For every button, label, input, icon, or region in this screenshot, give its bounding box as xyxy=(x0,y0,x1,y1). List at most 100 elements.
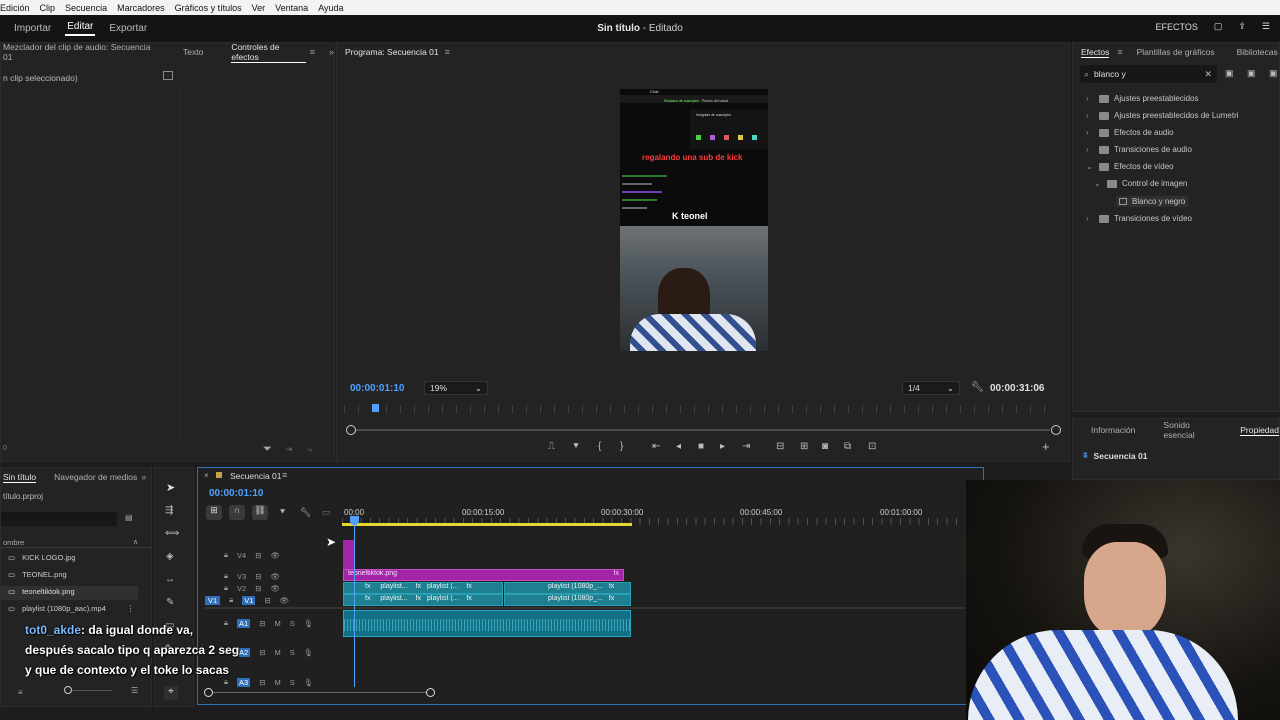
razor-tool-icon[interactable]: ◈ xyxy=(166,551,174,562)
tree-item-efectos-audio[interactable]: › Efectos de audio xyxy=(1086,128,1174,137)
timeline-scroll-right[interactable] xyxy=(426,688,435,697)
audio-clip-a1[interactable] xyxy=(343,610,631,637)
ripple-edit-icon[interactable]: ⟺ xyxy=(165,528,179,539)
program-timecode[interactable]: 00:00:01:10 xyxy=(350,383,404,394)
camera-icon[interactable]: ◙ xyxy=(822,441,828,452)
menu-ayuda[interactable]: Ayuda xyxy=(318,3,343,13)
accelerated-effects-icon[interactable]: ▣ xyxy=(1225,68,1234,79)
menu-ver[interactable]: Ver xyxy=(252,3,266,13)
zoom-slider-handle[interactable] xyxy=(64,686,72,694)
clear-search-icon[interactable]: ✕ xyxy=(1204,69,1212,80)
menu-clip[interactable]: Clip xyxy=(40,3,56,13)
tab-media-browser[interactable]: Navegador de medios xyxy=(54,472,137,482)
go-to-in-icon[interactable]: ⇤ xyxy=(652,441,660,452)
sync-icon[interactable]: ⊟ xyxy=(264,596,270,605)
add-marker-icon[interactable]: ⯆ xyxy=(572,441,580,452)
lock-icon[interactable]: 🔒︎ xyxy=(224,550,228,560)
timeline-playhead-handle[interactable] xyxy=(350,516,359,525)
extract-icon[interactable]: ⊞ xyxy=(800,441,808,452)
tree-item-control-imagen[interactable]: ⌄ Control de imagen xyxy=(1094,179,1187,188)
resolution-select[interactable]: 1/4 ⌄ xyxy=(902,381,960,395)
expand-icon[interactable]: » xyxy=(141,472,146,482)
go-to-out-icon[interactable]: ⇥ xyxy=(742,441,750,452)
tab-project[interactable]: Sin título xyxy=(3,472,37,483)
program-ruler[interactable] xyxy=(344,405,1056,413)
sync-icon[interactable]: ⊟ xyxy=(255,551,261,560)
program-monitor-title[interactable]: Programa: Secuencia 01 xyxy=(345,47,439,57)
efectos-workspace-label[interactable]: EFECTOS xyxy=(1156,22,1198,32)
captions-icon[interactable]: ▭ xyxy=(322,507,331,518)
yuv-effects-icon[interactable]: ▣ xyxy=(1269,68,1278,79)
timeline-toggle-icon[interactable] xyxy=(163,71,173,80)
lift-edit-icon[interactable]: ⊟ xyxy=(776,441,784,452)
export-icon[interactable]: ⇥ xyxy=(285,444,293,455)
project-item[interactable]: ▭ teoneltiktok.png xyxy=(8,587,75,596)
close-tab-icon[interactable]: × xyxy=(204,471,209,480)
tree-item-transiciones-audio[interactable]: › Transiciones de audio xyxy=(1086,145,1192,154)
play-icon[interactable]: ▸ xyxy=(720,441,725,452)
clip-v2-playlist-2[interactable]: playlist (1080p_... fx xyxy=(504,582,631,594)
tab-bibliotecas[interactable]: Bibliotecas xyxy=(1237,47,1278,57)
timeline-scroll-left[interactable] xyxy=(204,688,213,697)
clip-v1-playlist-2[interactable]: playlist (1080p_... fx xyxy=(504,594,631,606)
add-button-icon[interactable]: + xyxy=(1042,439,1050,454)
timeline-settings-icon[interactable]: 🔧︎ xyxy=(300,507,311,518)
panel-menu-icon[interactable]: ≡ xyxy=(310,47,315,57)
menu-marcadores[interactable]: Marcadores xyxy=(117,3,165,13)
linked-selection-icon[interactable]: ⛓︎ xyxy=(252,505,268,520)
menu-secuencia[interactable]: Secuencia xyxy=(65,3,107,13)
menu-icon[interactable]: ☰ xyxy=(1262,21,1270,32)
timeline-scrollbar[interactable] xyxy=(213,692,426,693)
program-playhead[interactable] xyxy=(372,404,379,412)
tab-sonido-esencial[interactable]: Sonido esencial xyxy=(1163,420,1212,440)
tab-efectos[interactable]: Efectos xyxy=(1081,47,1110,58)
source-patch-v1[interactable]: V1 xyxy=(205,595,221,605)
lift-icon[interactable]: ⎍ xyxy=(548,441,555,452)
filter-icon[interactable]: ⏷ xyxy=(263,443,272,456)
lock-icon[interactable]: 🔒︎ xyxy=(229,595,233,605)
zoom-select[interactable]: 19% ⌄ xyxy=(424,381,488,395)
project-search-input[interactable] xyxy=(1,512,117,526)
type-tool-icon[interactable]: ⌖ xyxy=(164,686,178,700)
tree-item-transiciones-video[interactable]: › Transiciones de vídeo xyxy=(1086,214,1192,223)
menu-graficos[interactable]: Gráficos y títulos xyxy=(175,3,242,13)
program-scrollbar[interactable] xyxy=(356,429,1050,431)
list-view-icon[interactable]: ≡ xyxy=(18,688,23,697)
project-item[interactable]: ▭ TEONEL.png xyxy=(8,570,67,579)
proxy-icon[interactable]: ⊡ xyxy=(868,441,876,452)
project-item[interactable]: ▭ playlist (1080p_aac).mp4 ⋮ xyxy=(8,604,134,613)
program-menu-icon[interactable]: ≡ xyxy=(445,47,450,57)
eye-icon[interactable]: 👁︎ xyxy=(270,572,280,581)
eye-icon[interactable]: 👁︎ xyxy=(280,596,290,605)
sync-icon[interactable]: ⊟ xyxy=(259,619,265,628)
panel-icon[interactable]: ▢ xyxy=(1214,21,1223,32)
tab-effect-controls[interactable]: Controles de efectos xyxy=(231,42,306,63)
effects-menu-icon[interactable]: ≡ xyxy=(1117,47,1122,57)
tree-item-efectos-video[interactable]: ⌄ Efectos de vídeo xyxy=(1086,162,1174,171)
forward-icon[interactable]: ⤷ xyxy=(307,444,312,455)
tree-item-ajustes[interactable]: › Ajustes preestablecidos xyxy=(1086,94,1199,103)
mic-icon[interactable]: 🎙︎ xyxy=(304,678,314,687)
column-header-name[interactable]: ombre xyxy=(3,538,24,547)
new-bin-icon[interactable]: ▤ xyxy=(125,513,133,522)
slip-tool-icon[interactable]: ↔ xyxy=(165,574,175,585)
mic-icon[interactable]: 🎙︎ xyxy=(304,648,314,657)
tree-item-blanco-negro[interactable]: Blanco y negro xyxy=(1116,196,1189,207)
share-icon[interactable]: ⇪ xyxy=(1238,21,1246,32)
track-select-icon[interactable]: ⇶ xyxy=(165,505,173,516)
snap-icon[interactable]: ∩ xyxy=(229,505,245,520)
eye-icon[interactable]: 👁︎ xyxy=(270,584,280,593)
timeline-menu-icon[interactable]: ≡ xyxy=(282,470,287,480)
menu-edicion[interactable]: Edición xyxy=(0,3,30,13)
32bit-effects-icon[interactable]: ▣ xyxy=(1247,68,1256,79)
selection-tool-icon[interactable]: ➤ xyxy=(166,481,175,494)
wrench-icon[interactable]: 🔧︎ xyxy=(971,382,984,393)
tab-editar[interactable]: Editar xyxy=(65,21,96,36)
tab-texto[interactable]: Texto xyxy=(183,47,203,57)
tab-exportar[interactable]: Exportar xyxy=(107,23,149,34)
tab-propiedades[interactable]: Propiedad xyxy=(1240,425,1279,436)
project-item[interactable]: ▭ KICK LOGO.jpg xyxy=(8,553,75,562)
expand-panels-icon[interactable]: » xyxy=(329,47,334,57)
scroll-handle-right[interactable] xyxy=(1051,425,1061,435)
tab-informacion[interactable]: Información xyxy=(1091,425,1135,435)
